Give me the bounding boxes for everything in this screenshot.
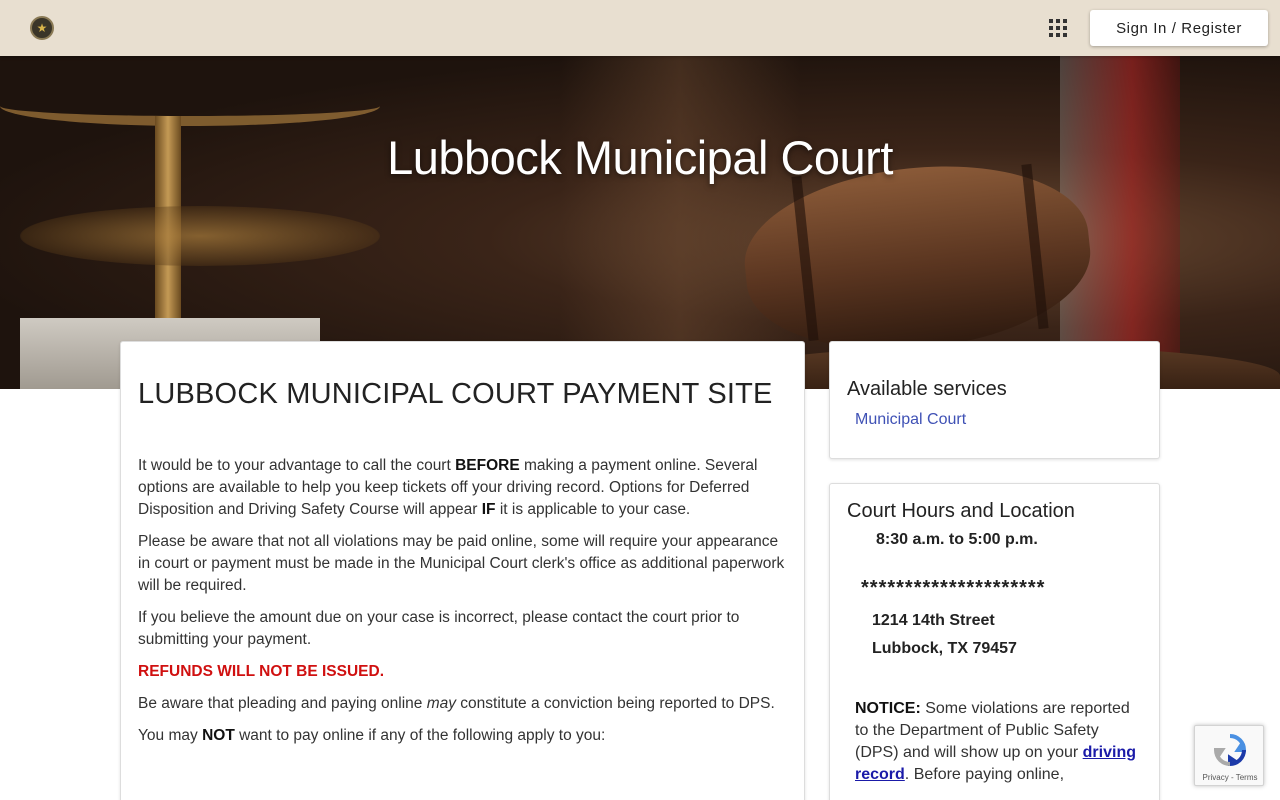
available-services-card: Available services Municipal Court bbox=[829, 341, 1160, 459]
hero-banner: Lubbock Municipal Court bbox=[0, 56, 1280, 389]
court-seal-logo-icon[interactable]: ★ bbox=[30, 16, 54, 40]
payment-info-card: LUBBOCK MUNICIPAL COURT PAYMENT SITE It … bbox=[120, 341, 805, 800]
court-hours-card: Court Hours and Location 8:30 a.m. to 5:… bbox=[829, 483, 1160, 800]
separator-stars: ********************* bbox=[861, 577, 1046, 599]
street-address: 1214 14th Street bbox=[872, 612, 995, 629]
paragraph-may-not-pay: You may NOT want to pay online if any of… bbox=[138, 727, 606, 744]
services-heading: Available services bbox=[847, 378, 1007, 400]
hours-heading: Court Hours and Location bbox=[847, 500, 1075, 522]
paragraph-call-court: It would be to your advantage to call th… bbox=[138, 457, 758, 518]
recaptcha-text: Privacy - Terms bbox=[1202, 773, 1258, 782]
refund-warning: REFUNDS WILL NOT BE ISSUED. bbox=[138, 663, 385, 680]
sign-in-register-button[interactable]: Sign In / Register bbox=[1090, 10, 1268, 46]
paragraph-amount-incorrect: If you believe the amount due on your ca… bbox=[138, 609, 740, 648]
city-address: Lubbock, TX 79457 bbox=[872, 640, 1017, 657]
apps-grid-icon[interactable] bbox=[1049, 19, 1067, 37]
page-heading: LUBBOCK MUNICIPAL COURT PAYMENT SITE bbox=[138, 378, 773, 410]
paragraph-conviction: Be aware that pleading and paying online… bbox=[138, 695, 775, 712]
recaptcha-badge[interactable]: Privacy - Terms bbox=[1194, 725, 1264, 786]
court-hours: 8:30 a.m. to 5:00 p.m. bbox=[876, 531, 1038, 548]
top-bar: ★ Sign In / Register bbox=[0, 0, 1280, 56]
paragraph-violations: Please be aware that not all violations … bbox=[138, 533, 785, 594]
recaptcha-icon bbox=[1213, 734, 1247, 767]
municipal-court-link[interactable]: Municipal Court bbox=[855, 411, 1142, 429]
dps-notice: NOTICE: Some violations are reported to … bbox=[855, 700, 1136, 783]
hero-title: Lubbock Municipal Court bbox=[387, 131, 893, 184]
